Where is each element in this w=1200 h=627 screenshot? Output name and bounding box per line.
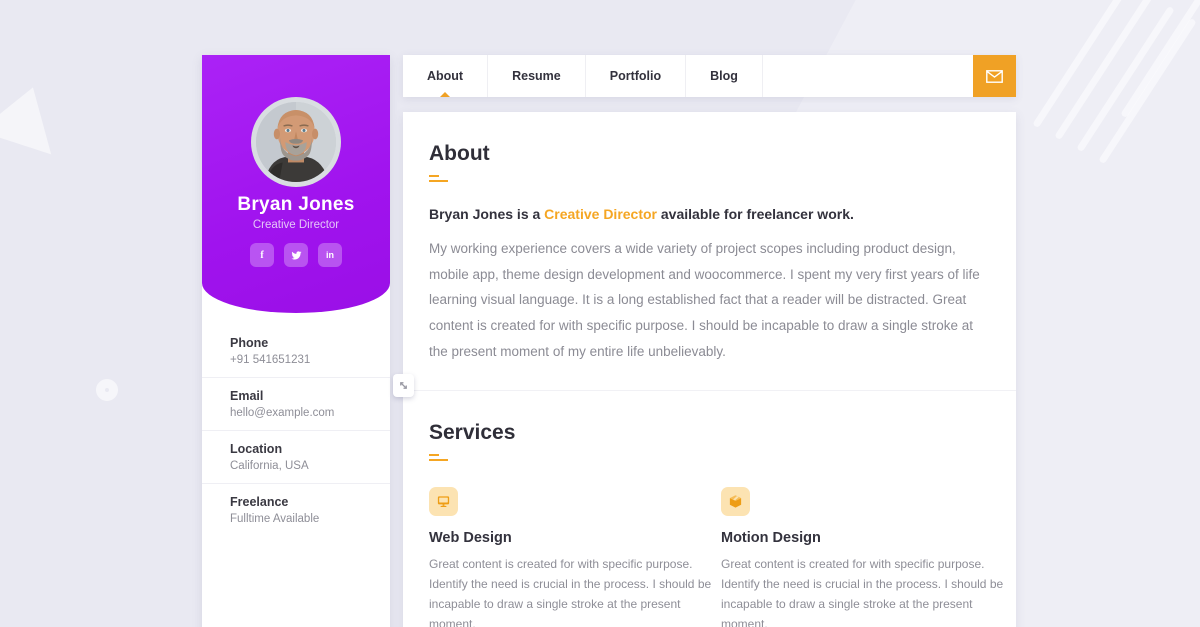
contact-list: Phone +91 541651231 Email hello@example.…: [202, 313, 390, 536]
facebook-glyph: f: [260, 250, 263, 261]
envelope-icon: [986, 70, 1003, 83]
tab-portfolio[interactable]: Portfolio: [586, 55, 686, 97]
service-card-motion-design: Motion Design Great content is created f…: [721, 487, 1013, 627]
avatar: [251, 97, 341, 187]
profile-card: Bryan Jones Creative Director f in: [202, 55, 390, 313]
contact-value: California, USA: [230, 460, 374, 472]
services-section: Services Web Design Great content is cre…: [403, 390, 1016, 627]
service-title: Web Design: [429, 530, 721, 546]
contact-value: +91 541651231: [230, 354, 374, 366]
cube-icon: [721, 487, 750, 516]
twitter-icon[interactable]: [284, 243, 308, 267]
lead-suffix: available for freelancer work.: [657, 206, 854, 222]
contact-label: Freelance: [230, 495, 374, 509]
linkedin-glyph: in: [326, 250, 334, 260]
about-body-paragraph: My working experience covers a wide vari…: [429, 236, 990, 364]
tab-resume[interactable]: Resume: [488, 55, 586, 97]
tab-about[interactable]: About: [403, 55, 488, 97]
lead-highlight: Creative Director: [544, 206, 657, 222]
resize-handle-button[interactable]: [393, 374, 414, 397]
contact-item-email: Email hello@example.com: [202, 378, 390, 431]
active-tab-caret: [440, 92, 450, 97]
about-section-title: About: [429, 142, 990, 166]
contact-item-freelance: Freelance Fulltime Available: [202, 484, 390, 536]
service-description: Great content is created for with specif…: [429, 555, 721, 627]
contact-label: Email: [230, 389, 374, 403]
background-triangle-shape: [0, 76, 69, 155]
profile-name: Bryan Jones: [202, 194, 390, 216]
contact-item-phone: Phone +91 541651231: [202, 325, 390, 378]
monitor-icon: [429, 487, 458, 516]
service-card-web-design: Web Design Great content is created for …: [429, 487, 721, 627]
background-ring-shape: [96, 379, 118, 401]
facebook-icon[interactable]: f: [250, 243, 274, 267]
services-section-title: Services: [429, 421, 990, 445]
title-underline-decoration: [429, 175, 990, 182]
contact-label: Phone: [230, 336, 374, 350]
about-lead-sentence: Bryan Jones is a Creative Director avail…: [429, 206, 990, 222]
lead-prefix: Bryan Jones is a: [429, 206, 544, 222]
tab-label: About: [427, 69, 463, 83]
title-underline-decoration: [429, 454, 990, 461]
avatar-portrait: [256, 102, 336, 182]
tab-blog[interactable]: Blog: [686, 55, 763, 97]
services-grid: Web Design Great content is created for …: [429, 487, 990, 627]
contact-label: Location: [230, 442, 374, 456]
about-section: About Bryan Jones is a Creative Director…: [403, 112, 1016, 390]
nav-spacer: [763, 55, 973, 97]
tab-label: Resume: [512, 69, 561, 83]
social-links: f in: [202, 243, 390, 267]
contact-mail-button[interactable]: [973, 55, 1016, 97]
contact-value: hello@example.com: [230, 407, 374, 419]
diagonal-arrow-icon: [398, 380, 409, 391]
tab-label: Portfolio: [610, 69, 661, 83]
service-description: Great content is created for with specif…: [721, 555, 1013, 627]
contact-item-location: Location California, USA: [202, 431, 390, 484]
contact-value: Fulltime Available: [230, 513, 374, 525]
linkedin-icon[interactable]: in: [318, 243, 342, 267]
top-navbar: About Resume Portfolio Blog: [403, 55, 1016, 97]
profile-sidebar: Bryan Jones Creative Director f in Phone…: [202, 55, 390, 627]
tab-label: Blog: [710, 69, 738, 83]
profile-role: Creative Director: [202, 219, 390, 231]
service-title: Motion Design: [721, 530, 1013, 546]
main-content-panel: About Bryan Jones is a Creative Director…: [403, 112, 1016, 627]
